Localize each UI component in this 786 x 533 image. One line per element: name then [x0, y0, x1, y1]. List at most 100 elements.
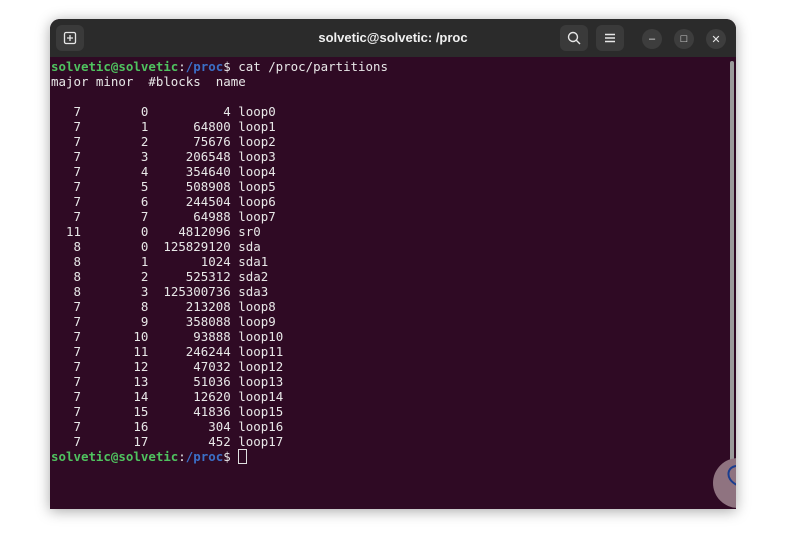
cell-name: loop4: [238, 164, 276, 179]
cell-minor: 11: [95, 344, 149, 359]
solvetic-logo-watermark: [713, 458, 736, 508]
cell-name: loop17: [238, 434, 284, 449]
cell-name: loop0: [238, 104, 276, 119]
cell-major: 7: [51, 314, 81, 329]
cell-major: 7: [51, 119, 81, 134]
search-icon: [567, 31, 581, 45]
cell-blocks: 75676: [155, 134, 231, 149]
cell-blocks: 246244: [155, 344, 231, 359]
prompt-user-host: solvetic@solvetic: [51, 449, 179, 464]
cell-minor: 1: [95, 119, 149, 134]
table-row: 7 2 75676 loop2: [51, 134, 275, 149]
cell-name: loop9: [238, 314, 276, 329]
cell-major: 7: [51, 389, 81, 404]
cell-blocks: 4: [155, 104, 231, 119]
cell-major: 7: [51, 149, 81, 164]
cell-blocks: 213208: [155, 299, 231, 314]
cell-minor: 2: [95, 134, 149, 149]
table-row: 8 3 125300736 sda3: [51, 284, 268, 299]
hamburger-menu-icon: [605, 33, 615, 43]
maximize-button[interactable]: □: [674, 29, 694, 49]
cell-name: loop7: [238, 209, 276, 224]
cell-major: 7: [51, 134, 81, 149]
cell-minor: 1: [95, 254, 149, 269]
close-button[interactable]: ✕: [706, 29, 726, 49]
table-row: 7 6 244504 loop6: [51, 194, 275, 209]
minimize-button[interactable]: –: [642, 29, 662, 49]
table-row: 7 16 304 loop16: [51, 419, 283, 434]
cell-minor: 0: [95, 104, 149, 119]
cell-major: 7: [51, 194, 81, 209]
cell-major: 8: [51, 239, 81, 254]
cell-minor: 0: [95, 224, 149, 239]
cell-minor: 16: [95, 419, 149, 434]
cell-blocks: 64988: [155, 209, 231, 224]
cell-minor: 3: [95, 149, 149, 164]
cell-major: 7: [51, 344, 81, 359]
command-text: cat /proc/partitions: [230, 59, 388, 74]
cell-major: 7: [51, 299, 81, 314]
partition-rows: 7 0 4 loop0 7 1 64800 loop1 7 2 75676 lo…: [51, 104, 283, 449]
cell-major: 7: [51, 329, 81, 344]
scrollbar[interactable]: [730, 61, 734, 505]
cell-name: loop8: [238, 299, 276, 314]
cell-name: sr0: [238, 224, 261, 239]
table-row: 7 9 358088 loop9: [51, 314, 276, 329]
table-row: 7 8 213208 loop8: [51, 299, 276, 314]
cell-minor: 8: [95, 299, 149, 314]
cell-minor: 5: [95, 179, 149, 194]
cell-major: 7: [51, 104, 81, 119]
cell-name: loop16: [238, 419, 284, 434]
cell-blocks: 244504: [155, 194, 231, 209]
cell-minor: 6: [95, 194, 149, 209]
terminal-output[interactable]: solvetic@solvetic:/proc$ cat /proc/parti…: [50, 57, 728, 509]
cell-major: 7: [51, 434, 81, 449]
table-row: 7 17 452 loop17: [51, 434, 283, 449]
table-row: 8 1 1024 sda1: [51, 254, 268, 269]
table-row: 11 0 4812096 sr0: [51, 224, 261, 239]
cell-blocks: 206548: [155, 149, 231, 164]
cell-name: loop3: [238, 149, 276, 164]
cell-major: 8: [51, 269, 81, 284]
table-row: 7 15 41836 loop15: [51, 404, 283, 419]
cell-minor: 10: [95, 329, 149, 344]
cell-minor: 9: [95, 314, 149, 329]
cell-blocks: 508908: [155, 179, 231, 194]
cell-name: loop12: [238, 359, 284, 374]
table-row: 7 4 354640 loop4: [51, 164, 276, 179]
cell-name: sda3: [238, 284, 269, 299]
cell-name: loop15: [238, 404, 284, 419]
window-title: solvetic@solvetic: /proc: [318, 30, 468, 45]
table-row: 7 1 64800 loop1: [51, 119, 275, 134]
cell-major: 7: [51, 359, 81, 374]
table-row: 8 2 525312 sda2: [51, 269, 268, 284]
table-row: 7 5 508908 loop5: [51, 179, 275, 194]
table-row: 7 3 206548 loop3: [51, 149, 276, 164]
cell-major: 11: [51, 224, 81, 239]
table-header: major minor #blocks name: [51, 74, 246, 89]
table-row: 7 10 93888 loop10: [51, 329, 283, 344]
cell-name: loop13: [238, 374, 284, 389]
cell-major: 7: [51, 179, 81, 194]
prompt-path: /proc: [185, 449, 224, 464]
cell-name: sda1: [238, 254, 269, 269]
cell-blocks: 354640: [155, 164, 231, 179]
cell-minor: 7: [95, 209, 149, 224]
search-button[interactable]: [560, 25, 588, 51]
prompt-dollar: $: [223, 449, 231, 464]
cell-name: sda: [238, 239, 261, 254]
cell-minor: 13: [95, 374, 149, 389]
table-row: 7 0 4 loop0: [51, 104, 276, 119]
prompt-path: /proc: [185, 59, 224, 74]
cell-blocks: 4812096: [155, 224, 231, 239]
cursor: [238, 449, 248, 464]
cell-minor: 12: [95, 359, 149, 374]
cell-minor: 3: [95, 284, 149, 299]
cell-minor: 14: [95, 389, 149, 404]
terminal-text: solvetic@solvetic:/proc$ cat /proc/parti…: [51, 59, 388, 464]
menu-button[interactable]: [596, 25, 624, 51]
cell-blocks: 1024: [155, 254, 231, 269]
cell-blocks: 525312: [155, 269, 231, 284]
cell-blocks: 125300736: [155, 284, 231, 299]
table-row: 7 13 51036 loop13: [51, 374, 283, 389]
